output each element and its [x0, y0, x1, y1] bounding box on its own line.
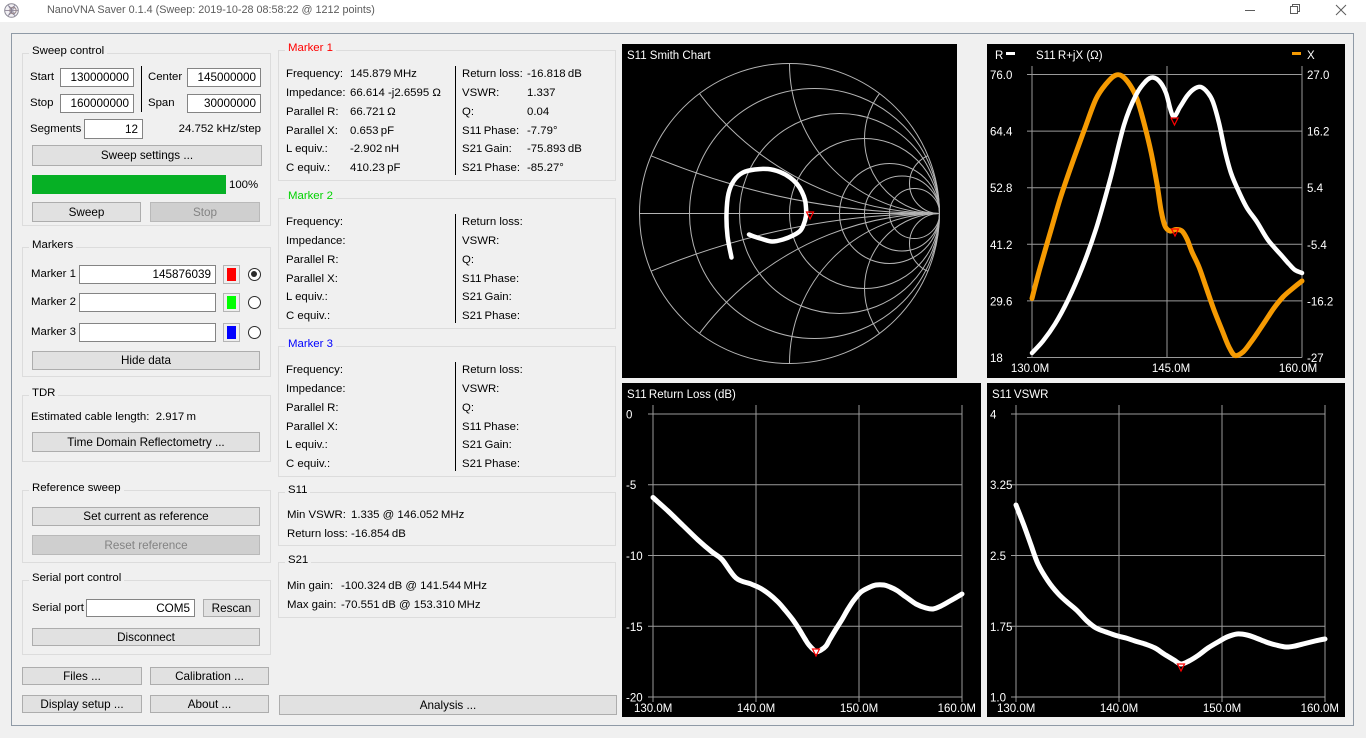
svg-text:-15: -15: [626, 622, 643, 634]
svg-text:140.0M: 140.0M: [737, 703, 775, 715]
svg-text:S11 R+jX (Ω): S11 R+jX (Ω): [1036, 50, 1103, 62]
svg-text:29.6: 29.6: [990, 296, 1012, 308]
svg-text:160.0M: 160.0M: [938, 703, 976, 715]
svg-text:18: 18: [990, 353, 1003, 365]
svg-text:16.2: 16.2: [1307, 127, 1329, 139]
svg-text:S11 VSWR: S11 VSWR: [992, 389, 1048, 401]
svg-text:S11 Smith Chart: S11 Smith Chart: [627, 50, 711, 62]
svg-text:27.0: 27.0: [1307, 70, 1329, 82]
svg-text:R: R: [995, 50, 1003, 62]
svg-text:150.0M: 150.0M: [1203, 703, 1241, 715]
svg-text:3.25: 3.25: [990, 480, 1012, 492]
svg-text:130.0M: 130.0M: [997, 703, 1035, 715]
svg-text:4: 4: [990, 410, 997, 422]
svg-text:1.75: 1.75: [990, 622, 1012, 634]
svg-text:-5: -5: [626, 480, 636, 492]
svg-text:2.5: 2.5: [990, 551, 1006, 563]
svg-text:145.0M: 145.0M: [1152, 363, 1190, 375]
svg-text:41.2: 41.2: [990, 240, 1012, 252]
svg-text:64.4: 64.4: [990, 127, 1013, 139]
svg-text:130.0M: 130.0M: [1011, 363, 1049, 375]
svg-text:-10: -10: [626, 551, 643, 563]
svg-text:52.8: 52.8: [990, 183, 1012, 195]
svg-text:5.4: 5.4: [1307, 183, 1324, 195]
svg-text:-16.2: -16.2: [1307, 296, 1333, 308]
svg-text:X: X: [1307, 50, 1315, 62]
svg-text:140.0M: 140.0M: [1100, 703, 1138, 715]
svg-text:-5.4: -5.4: [1307, 240, 1327, 252]
svg-text:130.0M: 130.0M: [634, 703, 672, 715]
svg-text:160.0M: 160.0M: [1279, 363, 1317, 375]
svg-text:0: 0: [626, 410, 632, 422]
svg-text:160.0M: 160.0M: [1301, 703, 1339, 715]
svg-text:76.0: 76.0: [990, 70, 1012, 82]
svg-text:150.0M: 150.0M: [840, 703, 878, 715]
svg-text:S11 Return Loss (dB): S11 Return Loss (dB): [627, 389, 736, 401]
